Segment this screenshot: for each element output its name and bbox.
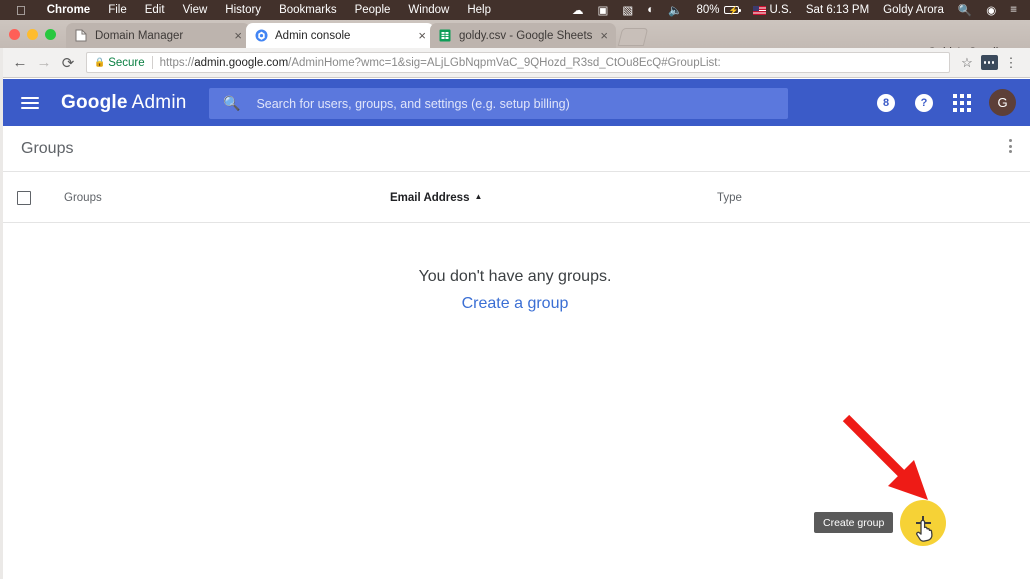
menu-item-file[interactable]: File [99,4,136,16]
admin-console-icon [254,29,268,43]
menubar-status-items: ☁ ▣ ▧ ◐ 🔈 80% ⚡ U.S. Sat 6:13 PM Goldy A… [565,3,1024,17]
select-all-checkbox[interactable] [17,191,31,205]
red-arrow-annotation [840,412,940,517]
macos-menu-bar:  Chrome File Edit View History Bookmark… [0,0,1030,20]
search-input[interactable]: 🔍 Search for users, groups, and settings… [209,88,788,119]
close-tab-icon[interactable]: × [600,29,608,42]
close-tab-icon[interactable]: × [418,29,426,42]
page-icon [74,29,88,43]
display-icon[interactable]: ▧ [615,3,640,17]
extension-icon[interactable] [978,52,1000,74]
omnibox-divider [151,56,153,69]
screen-root:  Chrome File Edit View History Bookmark… [0,0,1030,579]
browser-tab-domain-manager[interactable]: Domain Manager × [66,23,250,48]
empty-state: You don't have any groups. Create a grou… [0,268,1030,313]
url-domain: admin.google.com [194,56,289,69]
menu-item-bookmarks[interactable]: Bookmarks [270,4,346,16]
search-icon: 🔍 [223,95,241,111]
us-flag-icon [752,5,766,15]
minimize-window-button[interactable] [27,29,38,40]
clock[interactable]: Sat 6:13 PM [799,4,876,16]
bookmark-star-icon[interactable]: ☆ [956,52,978,74]
wifi-icon[interactable]: ◐ [640,4,661,16]
notification-center-icon[interactable]: ≡ [1003,4,1024,16]
menu-item-help[interactable]: Help [458,4,500,16]
trial-hourglass-icon[interactable]: 8 [867,79,905,126]
menu-item-view[interactable]: View [174,4,217,16]
extension-chip [980,55,998,70]
browser-tab-admin-console[interactable]: Admin console × [246,23,434,48]
url-path: /AdminHome?wmc=1&sig=ALjLGbNqpmVaC_9QHoz… [288,56,721,69]
input-source[interactable]: U.S. [746,4,799,16]
page-title-bar: Groups [0,126,1030,172]
apps-grid-icon[interactable] [943,79,981,126]
header-icon-group: 8 ? G [867,79,1016,126]
help-icon[interactable]: ? [905,79,943,126]
reload-button[interactable]: ⟳ [56,51,80,75]
menu-item-people[interactable]: People [346,4,400,16]
app-brand[interactable]: Google Admin [61,92,187,114]
page-title: Groups [21,139,74,157]
new-tab-button[interactable] [617,28,649,46]
input-source-label: U.S. [769,4,792,16]
battery-charging-icon: ⚡ [723,6,741,15]
chrome-menu-icon[interactable]: ⋮ [1000,52,1022,74]
video-camera-icon[interactable]: ▣ [590,3,615,17]
window-traffic-lights [9,29,56,40]
menu-item-chrome[interactable]: Chrome [38,4,99,16]
close-window-button[interactable] [9,29,20,40]
battery-status[interactable]: 80% ⚡ [689,4,745,16]
address-bar[interactable]: 🔒 Secure https://admin.google.com/AdminH… [86,52,950,73]
speaker-icon[interactable]: 🔈 [661,3,689,17]
menu-item-edit[interactable]: Edit [136,4,174,16]
menu-item-window[interactable]: Window [399,4,458,16]
sort-ascending-icon: ▲ [474,192,483,201]
maximize-window-button[interactable] [45,29,56,40]
empty-state-message: You don't have any groups. [418,268,612,285]
back-button[interactable]: ← [8,51,32,75]
trial-days-badge: 8 [877,93,895,112]
groups-table-header: Groups Email Address ▲ Type [0,172,1030,223]
pointing-hand-cursor [915,518,935,548]
window-left-edge [0,48,3,579]
apple-icon[interactable]:  [6,4,38,17]
browser-tab-goldy-csv[interactable]: goldy.csv - Google Sheets × [430,23,616,48]
column-header-type[interactable]: Type [717,192,742,204]
close-tab-icon[interactable]: × [234,29,242,42]
siri-icon[interactable]: ◉ [979,3,1003,17]
browser-tab-title: Domain Manager [95,29,184,42]
browser-tab-title: Admin console [275,29,351,42]
help-glyph: ? [915,93,933,112]
brand-google: Google [61,91,128,113]
spotlight-search-icon[interactable]: 🔍 [951,3,979,17]
url-scheme: https:// [159,56,195,69]
security-badge-label: Secure [108,56,145,69]
column-header-groups[interactable]: Groups [64,192,102,204]
more-options-icon[interactable] [1009,139,1012,153]
browser-toolbar: ← → ⟳ 🔒 Secure https://admin.google.com/… [0,48,1030,78]
avatar[interactable]: G [989,89,1016,116]
address-bar-url: https://admin.google.com/AdminHome?wmc=1… [160,57,721,69]
brand-admin: Admin [131,91,187,113]
column-header-email-address[interactable]: Email Address ▲ [390,192,482,204]
forward-button[interactable]: → [32,51,56,75]
search-placeholder: Search for users, groups, and settings (… [256,96,570,111]
apps-grid-dots [953,93,971,112]
browser-tab-strip: Domain Manager × Admin console × goldy.c… [0,20,1030,59]
cloud-icon[interactable]: ☁ [565,3,591,17]
google-admin-header: Google Admin 🔍 Search for users, groups, … [0,79,1030,126]
google-sheets-icon [438,29,452,43]
hamburger-menu-icon[interactable] [21,94,39,112]
lock-icon: 🔒 [94,57,106,67]
menu-item-history[interactable]: History [216,4,270,16]
create-a-group-link[interactable]: Create a group [0,295,1030,313]
browser-tab-title: goldy.csv - Google Sheets [459,29,593,42]
battery-percent-label: 80% [696,4,720,16]
column-header-email-label: Email Address [390,192,470,204]
menubar-user-name[interactable]: Goldy Arora [876,4,951,16]
